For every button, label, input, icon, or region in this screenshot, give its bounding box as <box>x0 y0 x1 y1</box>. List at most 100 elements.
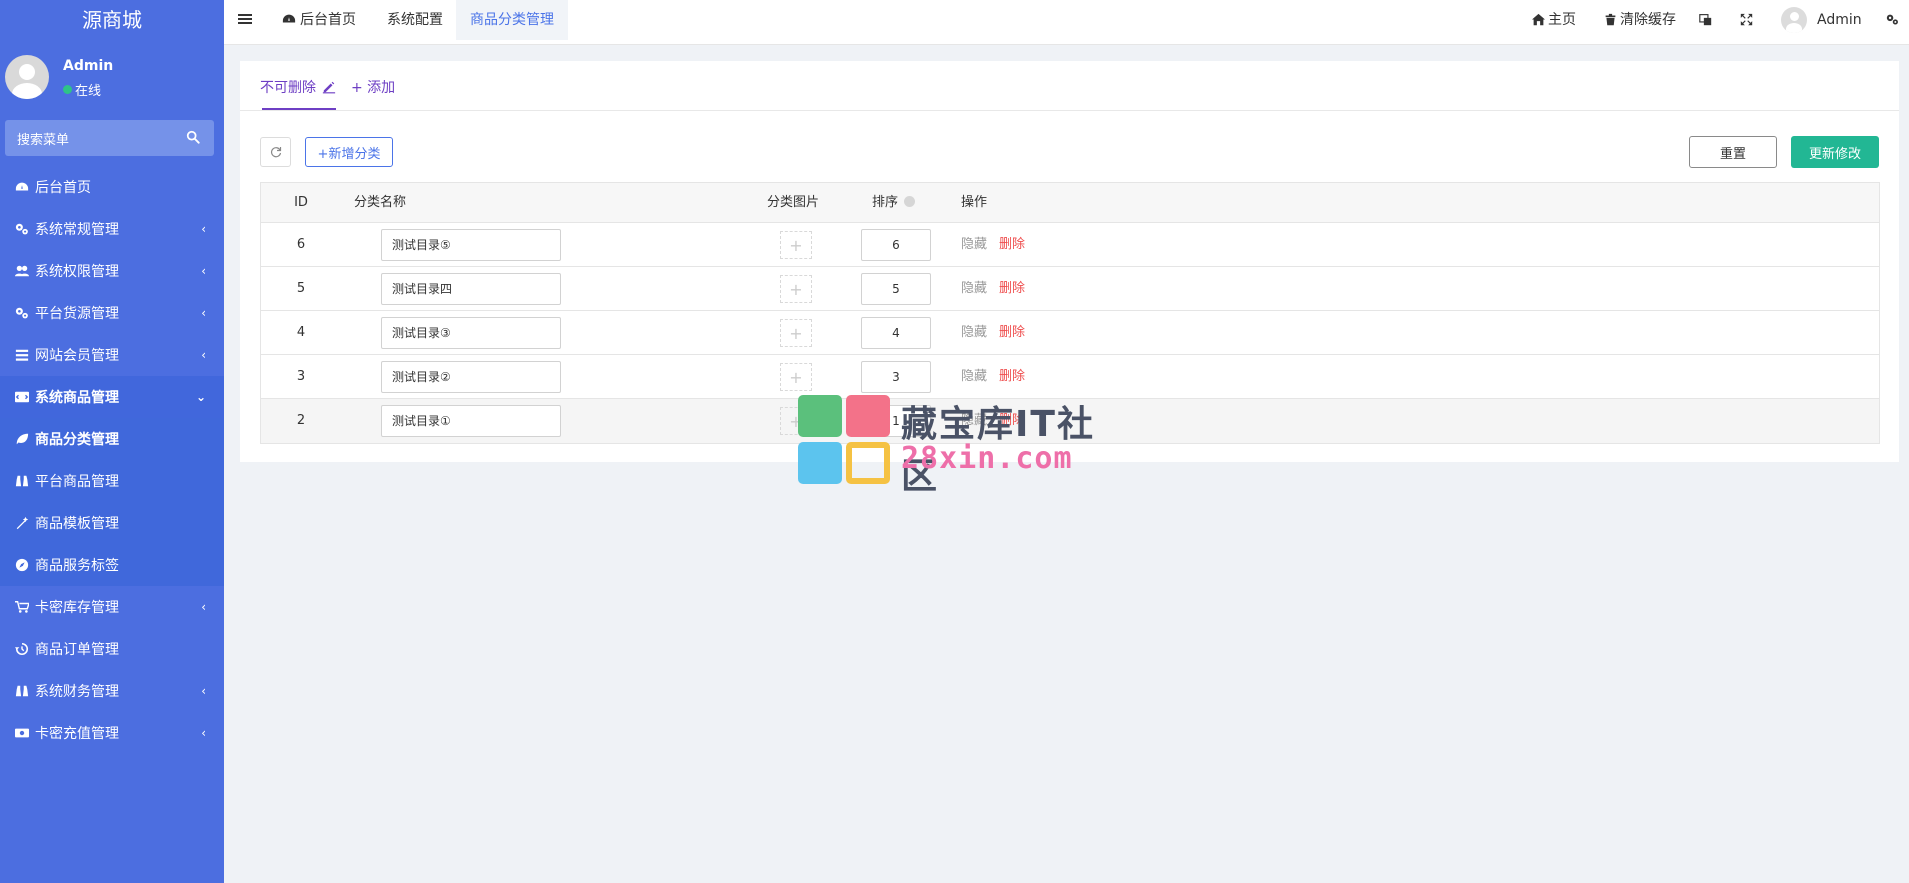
sidebar: 源商城 Admin 在线 搜索菜单 后台首页 系统常规管理 ‹ 系统权限管理 ‹ <box>0 0 224 883</box>
row-id: 4 <box>296 325 306 340</box>
compass-icon <box>15 558 29 572</box>
delete-link[interactable]: 删除 <box>999 355 1025 399</box>
row-id: 3 <box>296 369 306 384</box>
settings-button[interactable] <box>1886 0 1902 40</box>
help-icon[interactable] <box>904 196 916 207</box>
sidebar-item-label: 网站会员管理 <box>35 348 119 364</box>
brand-title[interactable]: 源商城 <box>0 0 224 40</box>
clear-cache-button[interactable]: 清除缓存 <box>1604 0 1676 40</box>
image-upload-placeholder[interactable]: + <box>780 363 812 391</box>
column-header-id: ID <box>294 195 308 210</box>
sidebar-item-products[interactable]: 系统商品管理 ⌄ <box>0 376 224 418</box>
chevron-left-icon: ‹ <box>201 684 206 698</box>
tab-current-category[interactable]: 不可删除 <box>260 77 336 97</box>
language-button[interactable] <box>1699 0 1715 40</box>
sidebar-item-finance[interactable]: 系统财务管理 ‹ <box>0 670 224 712</box>
column-header-image: 分类图片 <box>767 195 820 210</box>
cogs-icon <box>15 222 29 236</box>
delete-link[interactable]: 删除 <box>999 267 1025 311</box>
sidebar-item-general[interactable]: 系统常规管理 ‹ <box>0 208 224 250</box>
category-name-input[interactable]: 测试目录② <box>381 361 561 393</box>
active-tab-indicator <box>262 108 336 110</box>
money-icon <box>15 726 29 740</box>
update-button[interactable]: 更新修改 <box>1791 136 1879 168</box>
binoculars-icon <box>15 684 29 698</box>
add-category-button[interactable]: +新增分类 <box>305 137 393 167</box>
sidebar-item-platform-products[interactable]: 平台商品管理 <box>0 460 224 502</box>
sort-input[interactable]: 3 <box>861 361 931 393</box>
dashboard-icon <box>15 180 29 194</box>
column-header-sort: 排序 <box>872 183 916 223</box>
sidebar-item-label: 平台货源管理 <box>35 306 119 322</box>
sidebar-item-label: 系统权限管理 <box>35 264 119 280</box>
column-header-action: 操作 <box>961 195 988 210</box>
search-icon[interactable] <box>186 130 202 146</box>
sidebar-item-templates[interactable]: 商品模板管理 <box>0 502 224 544</box>
sort-input[interactable]: 6 <box>861 229 931 261</box>
sidebar-item-label: 卡密库存管理 <box>35 600 119 616</box>
sidebar-item-label: 系统常规管理 <box>35 222 119 238</box>
category-name-input[interactable]: 测试目录⑤ <box>381 229 561 261</box>
hide-link[interactable]: 隐藏 <box>961 355 987 399</box>
tab-dashboard[interactable]: 后台首页 <box>268 0 370 40</box>
delete-link[interactable]: 删除 <box>999 311 1025 355</box>
sidebar-item-orders[interactable]: 商品订单管理 <box>0 628 224 670</box>
admin-user-menu[interactable]: Admin <box>1781 0 1862 40</box>
sidebar-item-label: 商品订单管理 <box>35 642 119 658</box>
home-link[interactable]: 主页 <box>1532 0 1576 40</box>
sidebar-item-permissions[interactable]: 系统权限管理 ‹ <box>0 250 224 292</box>
chevron-down-icon: ⌄ <box>195 390 206 404</box>
fullscreen-button[interactable] <box>1740 0 1756 40</box>
category-name-input[interactable]: 测试目录③ <box>381 317 561 349</box>
magic-icon <box>15 516 29 530</box>
reset-button[interactable]: 重置 <box>1689 136 1777 168</box>
home-icon <box>1532 13 1545 26</box>
sidebar-item-label: 商品服务标签 <box>35 558 119 574</box>
hamburger-icon[interactable] <box>238 12 254 28</box>
hide-link[interactable]: 隐藏 <box>961 267 987 311</box>
column-header-name: 分类名称 <box>354 195 407 210</box>
sidebar-item-card-stock[interactable]: 卡密库存管理 ‹ <box>0 586 224 628</box>
tab-system-config[interactable]: 系统配置 <box>373 0 457 40</box>
fullscreen-icon <box>1740 13 1753 26</box>
sidebar-menu: 后台首页 系统常规管理 ‹ 系统权限管理 ‹ 平台货源管理 ‹ 网站会员管理 ‹… <box>0 166 224 754</box>
sidebar-item-category[interactable]: 商品分类管理 <box>0 418 224 460</box>
binoculars-icon <box>15 474 29 488</box>
image-upload-placeholder[interactable]: + <box>780 275 812 303</box>
avatar <box>5 55 49 99</box>
image-upload-placeholder[interactable]: + <box>780 231 812 259</box>
sidebar-item-members[interactable]: 网站会员管理 ‹ <box>0 334 224 376</box>
sidebar-item-label: 后台首页 <box>35 180 91 196</box>
sidebar-item-supply[interactable]: 平台货源管理 ‹ <box>0 292 224 334</box>
tab-category-management[interactable]: 商品分类管理 <box>456 0 568 40</box>
sidebar-item-label: 平台商品管理 <box>35 474 119 490</box>
online-dot-icon <box>63 85 72 94</box>
sidebar-item-service-tags[interactable]: 商品服务标签 <box>0 544 224 586</box>
delete-link[interactable]: 删除 <box>999 223 1025 267</box>
tab-add[interactable]: + 添加 <box>351 77 395 97</box>
edit-icon[interactable] <box>322 80 336 94</box>
sidebar-item-dashboard[interactable]: 后台首页 <box>0 166 224 208</box>
refresh-button[interactable] <box>260 137 291 167</box>
row-id: 2 <box>296 413 306 428</box>
watermark-logo-square <box>846 395 890 437</box>
panel-tabs: 不可删除 + 添加 <box>240 61 1899 111</box>
dashboard-icon <box>282 14 296 23</box>
cogs-icon <box>1886 14 1898 25</box>
sidebar-item-label: 卡密充值管理 <box>35 726 119 742</box>
chevron-left-icon: ‹ <box>201 348 206 362</box>
search-placeholder: 搜索菜单 <box>17 132 70 148</box>
sort-input[interactable]: 4 <box>861 317 931 349</box>
category-name-input[interactable]: 测试目录① <box>381 405 561 437</box>
hide-link[interactable]: 隐藏 <box>961 311 987 355</box>
category-name-input[interactable]: 测试目录四 <box>381 273 561 305</box>
tab-label: 商品分类管理 <box>470 12 554 28</box>
leaf-icon <box>15 432 29 446</box>
chevron-left-icon: ‹ <box>201 726 206 740</box>
chevron-left-icon: ‹ <box>201 306 206 320</box>
sidebar-item-recharge[interactable]: 卡密充值管理 ‹ <box>0 712 224 754</box>
hide-link[interactable]: 隐藏 <box>961 223 987 267</box>
image-upload-placeholder[interactable]: + <box>780 319 812 347</box>
sort-input[interactable]: 5 <box>861 273 931 305</box>
menu-search[interactable]: 搜索菜单 <box>5 120 214 156</box>
